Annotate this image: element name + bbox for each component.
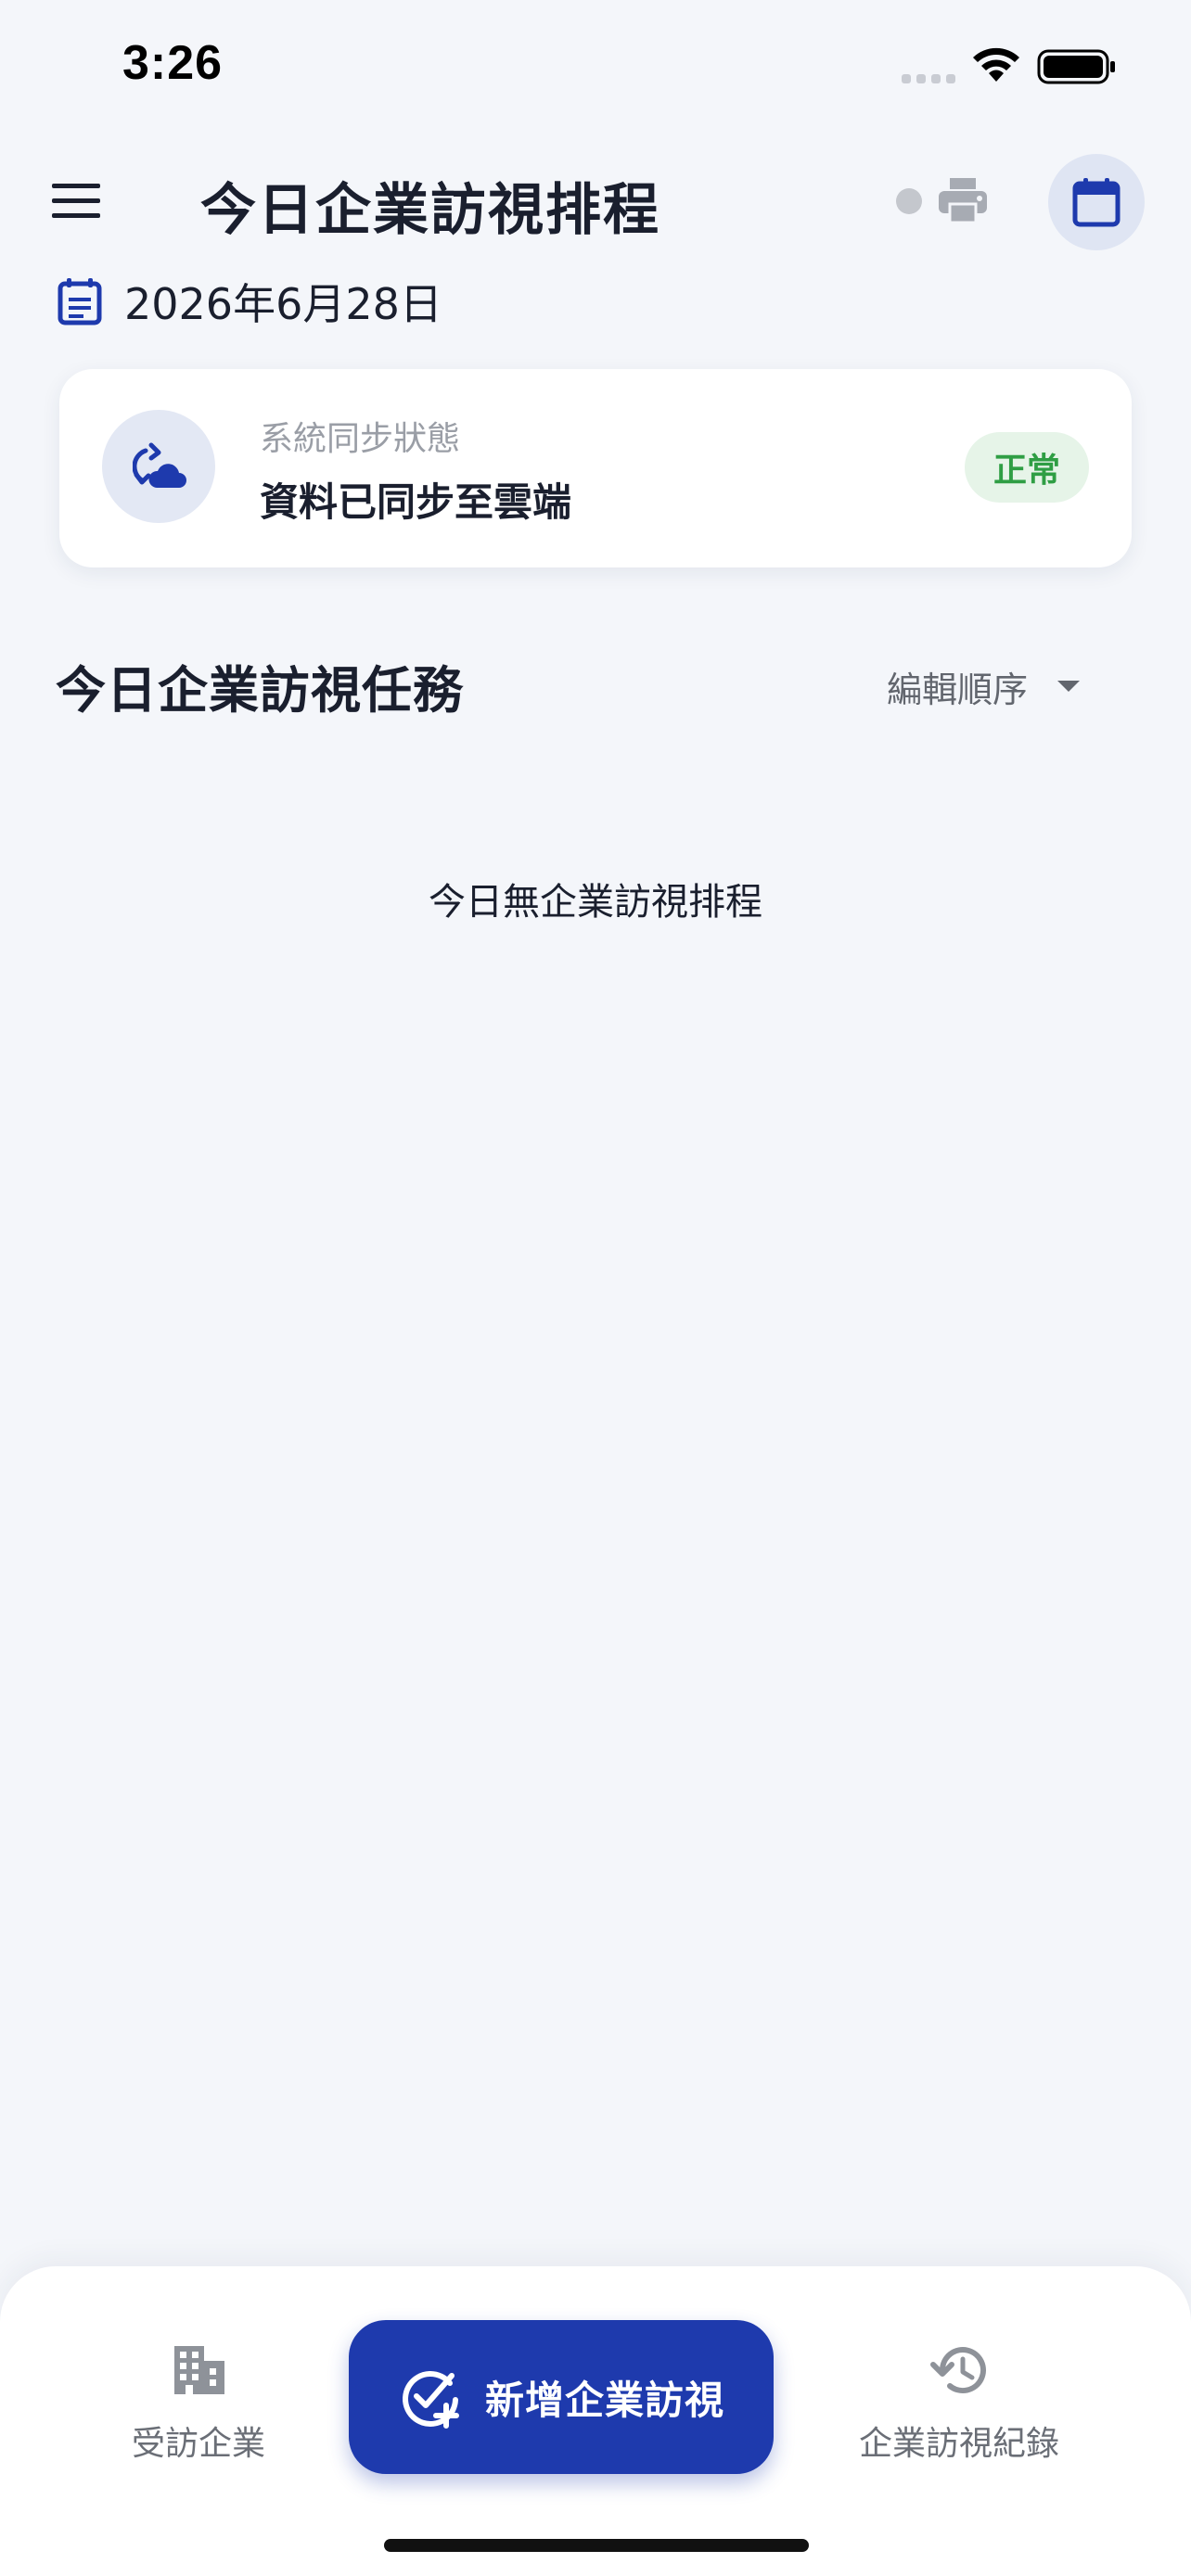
calendar-icon: [1072, 178, 1121, 227]
edit-order-dropdown[interactable]: 編輯順序: [887, 658, 1082, 714]
battery-icon: [1037, 49, 1115, 84]
menu-icon[interactable]: [48, 176, 108, 226]
nav-visited-companies-label: 受訪企業: [131, 2425, 265, 2463]
print-icon[interactable]: [935, 174, 991, 226]
cloud-sync-icon: [133, 442, 186, 488]
connection-status-dot: [896, 188, 922, 214]
calendar-button[interactable]: [1048, 154, 1145, 250]
sync-status-value: 資料已同步至雲端: [260, 479, 572, 525]
sync-status-label: 系統同步狀態: [260, 420, 461, 458]
sync-status-card: 系統同步狀態 資料已同步至雲端 正常: [59, 369, 1132, 567]
sync-icon-container: [102, 410, 215, 523]
home-indicator[interactable]: [384, 2539, 809, 2552]
edit-order-label: 編輯順序: [887, 669, 1029, 710]
page-title: 今日企業訪視排程: [200, 178, 660, 243]
sync-status-badge: 正常: [965, 432, 1089, 503]
app-header: 今日企業訪視排程: [0, 139, 1191, 260]
cellular-signal-icon: [902, 74, 955, 83]
bottom-navigation: 受訪企業 新增企業訪視 企業訪視紀錄: [0, 2266, 1191, 2576]
history-icon: [930, 2347, 986, 2394]
nav-visited-companies[interactable]: 受訪企業: [87, 2340, 310, 2498]
nav-visit-history[interactable]: 企業訪視紀錄: [848, 2340, 1070, 2498]
event-note-icon: [58, 278, 102, 325]
app-screen: 3:26 今日企業訪視排程 2026年6月28日 系統同步狀態 資料已同步至雲端…: [0, 0, 1191, 2576]
wifi-icon: [973, 47, 1019, 82]
current-date: 2026年6月28日: [124, 279, 442, 329]
business-icon: [174, 2346, 224, 2394]
add-company-visit-label: 新增企業訪視: [484, 2377, 724, 2423]
status-time: 3:26: [122, 36, 224, 90]
chevron-down-icon: [1057, 681, 1081, 692]
add-task-icon: [403, 2371, 459, 2429]
date-row: 2026年6月28日: [58, 269, 442, 334]
add-company-visit-button[interactable]: 新增企業訪視: [349, 2320, 774, 2474]
nav-visit-history-label: 企業訪視紀錄: [858, 2425, 1059, 2463]
status-bar: 3:26: [0, 0, 1191, 139]
empty-state-message: 今日無企業訪視排程: [429, 881, 762, 924]
tasks-section-title: 今日企業訪視任務: [56, 661, 464, 720]
